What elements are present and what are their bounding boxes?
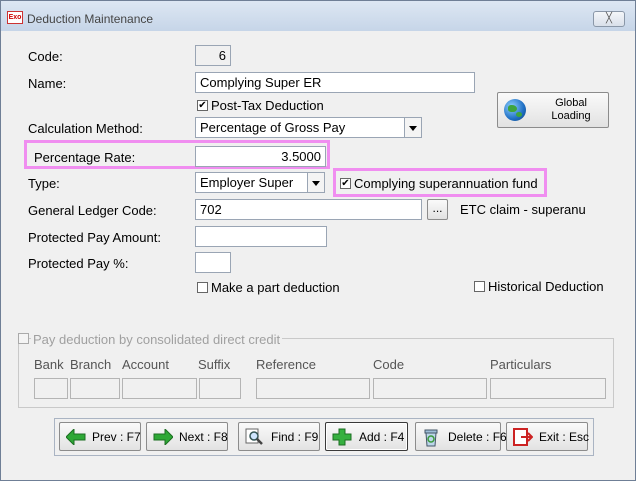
protected-pct-input[interactable] bbox=[195, 252, 231, 273]
calc-method-label: Calculation Method: bbox=[28, 121, 143, 136]
next-button[interactable]: Next : F8 bbox=[146, 422, 228, 451]
add-label: Add : F4 bbox=[359, 430, 405, 444]
add-button[interactable]: Add : F4 bbox=[325, 422, 408, 451]
global-loading-button[interactable]: Global Loading bbox=[497, 92, 609, 128]
arrow-right-icon bbox=[153, 429, 173, 445]
post-tax-checkbox[interactable]: ✔ bbox=[197, 100, 208, 111]
next-label: Next : F8 bbox=[179, 430, 228, 444]
branch-header: Branch bbox=[70, 357, 112, 372]
code-header: Code bbox=[373, 357, 405, 372]
particulars-field bbox=[490, 378, 606, 399]
delete-label: Delete : F6 bbox=[448, 430, 507, 444]
branch-field bbox=[70, 378, 120, 399]
exit-icon bbox=[513, 428, 533, 446]
magnifier-icon bbox=[245, 428, 263, 445]
historical-checkbox[interactable] bbox=[474, 281, 485, 292]
calc-method-value: Percentage of Gross Pay bbox=[200, 120, 346, 135]
code-label: Code: bbox=[28, 49, 63, 64]
gl-code-label: General Ledger Code: bbox=[28, 203, 157, 218]
suffix-field bbox=[199, 378, 241, 399]
bank-field bbox=[34, 378, 68, 399]
title-bar: Exo Deduction Maintenance ╳ bbox=[1, 1, 635, 31]
bank-header: Bank bbox=[34, 357, 64, 372]
deduction-maintenance-window: Exo Deduction Maintenance ╳ Code: 6 Name… bbox=[0, 0, 636, 481]
reference-header: Reference bbox=[256, 357, 316, 372]
gl-code-input[interactable]: 702 bbox=[195, 199, 422, 220]
direct-credit-checkbox[interactable] bbox=[18, 333, 29, 344]
code-field: 6 bbox=[195, 45, 231, 66]
name-input[interactable]: Complying Super ER bbox=[195, 72, 475, 93]
gl-description: ETC claim - superanu bbox=[460, 202, 586, 217]
trash-icon bbox=[424, 429, 438, 447]
account-header: Account bbox=[122, 357, 169, 372]
exit-button[interactable]: Exit : Esc bbox=[506, 422, 590, 451]
close-button[interactable]: ╳ bbox=[593, 11, 625, 27]
direct-credit-title: Pay deduction by consolidated direct cre… bbox=[31, 332, 283, 347]
find-label: Find : F9 bbox=[271, 430, 319, 444]
account-field bbox=[122, 378, 197, 399]
exit-label: Exit : Esc bbox=[539, 430, 590, 444]
plus-icon bbox=[332, 428, 352, 446]
arrow-left-icon bbox=[66, 429, 86, 445]
protected-pct-label: Protected Pay %: bbox=[28, 256, 129, 271]
prev-button[interactable]: Prev : F7 bbox=[59, 422, 141, 451]
particulars-header: Particulars bbox=[490, 357, 552, 372]
suffix-header: Suffix bbox=[198, 357, 231, 372]
chevron-down-icon[interactable] bbox=[307, 173, 324, 192]
historical-label: Historical Deduction bbox=[488, 279, 604, 294]
reference-field bbox=[256, 378, 370, 399]
type-value: Employer Super bbox=[200, 175, 294, 190]
type-label: Type: bbox=[28, 176, 60, 191]
part-deduction-label: Make a part deduction bbox=[211, 280, 340, 295]
find-button[interactable]: Find : F9 bbox=[238, 422, 320, 451]
delete-button[interactable]: Delete : F6 bbox=[415, 422, 507, 451]
complying-fund-label: Complying superannuation fund bbox=[354, 176, 538, 191]
type-select[interactable]: Employer Super bbox=[195, 172, 325, 193]
post-tax-label: Post-Tax Deduction bbox=[211, 98, 324, 113]
global-loading-line1: Global bbox=[555, 97, 587, 109]
percentage-rate-input[interactable]: 3.5000 bbox=[195, 146, 326, 167]
protected-amount-input[interactable] bbox=[195, 226, 327, 247]
code-field-dc bbox=[373, 378, 487, 399]
complying-fund-checkbox[interactable]: ✔ bbox=[340, 178, 351, 189]
calc-method-select[interactable]: Percentage of Gross Pay bbox=[195, 117, 422, 138]
percentage-rate-label: Percentage Rate: bbox=[34, 150, 136, 165]
window-title: Deduction Maintenance bbox=[27, 12, 154, 26]
exo-app-icon: Exo bbox=[7, 11, 23, 24]
part-deduction-checkbox[interactable] bbox=[197, 282, 208, 293]
gl-lookup-button[interactable]: ... bbox=[427, 199, 448, 220]
global-loading-line2: Loading bbox=[551, 110, 591, 122]
prev-label: Prev : F7 bbox=[92, 430, 141, 444]
form-area: Code: 6 Name: Complying Super ER ✔ Post-… bbox=[7, 32, 631, 476]
protected-amount-label: Protected Pay Amount: bbox=[28, 230, 161, 245]
globe-icon bbox=[504, 99, 526, 121]
name-label: Name: bbox=[28, 76, 67, 91]
chevron-down-icon[interactable] bbox=[404, 118, 421, 137]
